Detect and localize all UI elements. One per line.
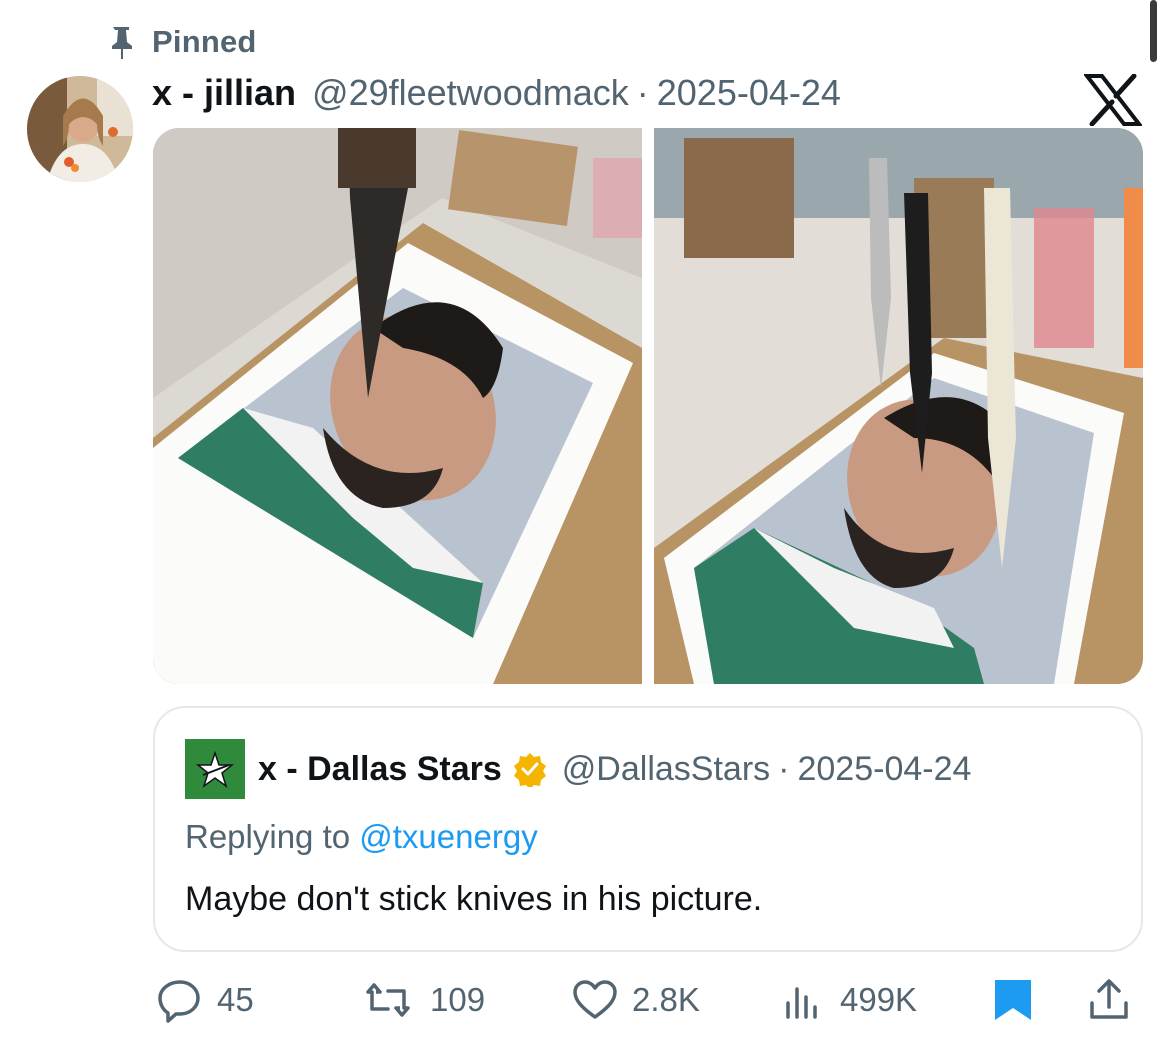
views-icon xyxy=(786,987,817,1019)
author-name[interactable]: x - jillian xyxy=(152,72,296,114)
bookmark-button[interactable] xyxy=(990,970,1036,1030)
quoted-author-avatar[interactable] xyxy=(185,739,245,799)
heart-icon xyxy=(573,980,617,1019)
like-button[interactable]: 2.8K xyxy=(572,970,700,1030)
reply-count: 45 xyxy=(217,981,254,1018)
quoted-author-name[interactable]: x - Dallas Stars xyxy=(258,750,502,789)
tweet-timestamp[interactable]: 2025-04-24 xyxy=(657,72,841,114)
replying-mention-link[interactable]: @txuenergy xyxy=(359,818,537,855)
pin-icon xyxy=(112,27,132,59)
quoted-tweet-text: Maybe don't stick knives in his picture. xyxy=(185,880,763,918)
bookmark-icon xyxy=(995,980,1031,1020)
like-count: 2.8K xyxy=(632,981,700,1018)
views-count: 499K xyxy=(840,981,918,1018)
x-logo-icon xyxy=(1084,74,1142,126)
scrollbar[interactable] xyxy=(1150,0,1157,62)
verified-badge-icon xyxy=(513,753,546,787)
repost-icon xyxy=(366,983,410,1017)
reply-icon xyxy=(158,980,200,1023)
pinned-indicator: Pinned xyxy=(108,24,257,60)
author-handle[interactable]: @29fleetwoodmack xyxy=(312,72,629,114)
quoted-timestamp[interactable]: 2025-04-24 xyxy=(797,750,971,789)
photo-left[interactable] xyxy=(153,128,642,684)
replying-to: Replying to @txuenergy xyxy=(185,818,538,856)
replying-prefix: Replying to xyxy=(185,818,360,855)
pinned-label: Pinned xyxy=(152,24,257,59)
share-button[interactable] xyxy=(1086,970,1132,1030)
media-grid xyxy=(153,128,1143,684)
author-avatar[interactable] xyxy=(27,76,133,182)
quoted-separator-dot: · xyxy=(778,749,790,788)
repost-count: 109 xyxy=(430,981,486,1018)
reply-button[interactable]: 45 xyxy=(157,970,254,1030)
tweet-header: x - jillian @29fleetwoodmack · 2025-04-2… xyxy=(152,70,841,116)
quoted-author-handle[interactable]: @DallasStars xyxy=(562,750,770,789)
dallas-stars-logo-icon xyxy=(185,739,245,799)
views-button[interactable]: 499K xyxy=(780,970,917,1030)
action-bar: 45 109 2.8K 499K xyxy=(0,970,1170,1030)
photo-right[interactable] xyxy=(654,128,1143,684)
separator-dot: · xyxy=(636,72,649,113)
repost-button[interactable]: 109 xyxy=(360,970,485,1030)
quoted-header: x - Dallas Stars @DallasStars · 2025-04-… xyxy=(258,746,971,792)
quoted-tweet[interactable]: x - Dallas Stars @DallasStars · 2025-04-… xyxy=(153,706,1143,952)
share-icon xyxy=(1090,979,1128,1019)
